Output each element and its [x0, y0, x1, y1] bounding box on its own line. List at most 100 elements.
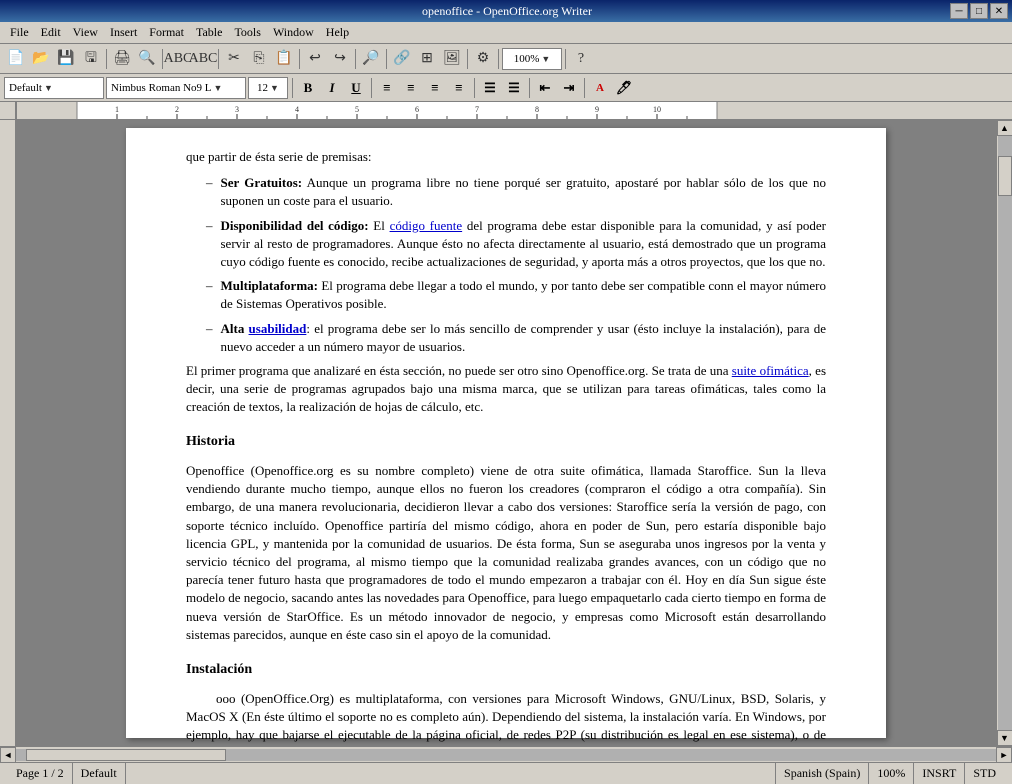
fmt-sep-3 [474, 78, 475, 98]
svg-text:7: 7 [475, 105, 479, 114]
hscroll-track[interactable] [16, 749, 996, 761]
heading-instalacion: Instalación [186, 660, 826, 680]
std-label: STD [973, 766, 996, 781]
hscroll-thumb[interactable] [26, 749, 226, 761]
window-controls: ─ □ ✕ [950, 3, 1008, 19]
font-arrow-icon: ▼ [214, 83, 223, 93]
horizontal-scrollbar: ◄ ► [0, 746, 1012, 762]
print-button[interactable]: 🖨 [110, 47, 134, 71]
style-status: Default [73, 763, 126, 784]
bullet-text-gratuitos: Ser Gratuitos: Aunque un programa libre … [221, 174, 827, 210]
bullet-text-codigo: Disponibilidad del código: El código fue… [221, 217, 827, 272]
toolbar-separator-3 [218, 49, 219, 69]
link-codigo-fuente[interactable]: código fuente [390, 218, 463, 233]
bullet-text-usabilidad: Alta usabilidad: el programa debe ser lo… [221, 320, 827, 356]
menu-view[interactable]: View [67, 23, 104, 42]
link-mirrors[interactable]: mirrors [186, 745, 224, 746]
align-center-button[interactable]: ≡ [400, 77, 422, 99]
outdent-button[interactable]: ⇤ [534, 77, 556, 99]
heading-historia: Historia [186, 432, 826, 452]
help-button[interactable]: ? [569, 47, 593, 71]
document-scroll-area[interactable]: que partir de ésta serie de premisas: – … [16, 120, 996, 746]
autocorrect-button[interactable]: ABC [191, 47, 215, 71]
find-button[interactable]: 🔎 [359, 47, 383, 71]
italic-button[interactable]: I [321, 77, 343, 99]
bullet-text-multiplataforma: Multiplataforma: El programa debe llegar… [221, 277, 827, 313]
svg-text:3: 3 [235, 105, 239, 114]
print-preview-button[interactable]: 🔍 [135, 47, 159, 71]
fmt-sep-4 [529, 78, 530, 98]
scroll-right-button[interactable]: ► [996, 747, 1012, 763]
highlight-button[interactable]: 🖊 [613, 77, 635, 99]
svg-text:1: 1 [115, 105, 119, 114]
page-count: Page 1 / 2 [16, 766, 64, 781]
document-page: que partir de ésta serie de premisas: – … [126, 128, 886, 738]
text-paragraph-intro: que partir de ésta serie de premisas: [186, 148, 826, 166]
menu-table[interactable]: Table [190, 23, 228, 42]
maximize-button[interactable]: □ [970, 3, 988, 19]
spellcheck-button[interactable]: ABC [166, 47, 190, 71]
text-paragraph-historia: Openoffice (Openoffice.org es su nombre … [186, 462, 826, 644]
save-button[interactable]: 💾 [54, 47, 78, 71]
menubar: File Edit View Insert Format Table Tools… [0, 22, 1012, 44]
more-controls-button[interactable]: ⚙ [471, 47, 495, 71]
align-justify-button[interactable]: ≡ [448, 77, 470, 99]
bullet-dash: – [206, 174, 213, 210]
zoom-selector[interactable]: 100% ▼ [502, 48, 562, 70]
scroll-up-button[interactable]: ▲ [997, 120, 1012, 136]
align-left-button[interactable]: ≡ [376, 77, 398, 99]
font-name-dropdown[interactable]: Nimbus Roman No9 L ▼ [106, 77, 246, 99]
ruler-side [0, 102, 16, 119]
minimize-button[interactable]: ─ [950, 3, 968, 19]
redo-button[interactable]: ↪ [328, 47, 352, 71]
zoom-status-value: 100% [877, 766, 905, 781]
font-color-button[interactable]: A [589, 77, 611, 99]
paste-button[interactable]: 📋 [272, 47, 296, 71]
zoom-arrow-icon: ▼ [541, 54, 550, 64]
menu-format[interactable]: Format [143, 23, 190, 42]
svg-text:8: 8 [535, 105, 539, 114]
bullets-button[interactable]: ☰ [479, 77, 501, 99]
link-suite-ofimatica[interactable]: suite ofimática [732, 363, 809, 378]
bullet-dash: – [206, 277, 213, 313]
size-arrow-icon: ▼ [270, 83, 279, 93]
insert-picture-button[interactable]: 🖼 [440, 47, 464, 71]
menu-window[interactable]: Window [267, 23, 320, 42]
numbering-button[interactable]: ☰ [503, 77, 525, 99]
menu-file[interactable]: File [4, 23, 35, 42]
scroll-thumb[interactable] [998, 156, 1012, 196]
font-size-dropdown[interactable]: 12 ▼ [248, 77, 288, 99]
paragraph-style-dropdown[interactable]: Default ▼ [4, 77, 104, 99]
main-toolbar: 📄 📂 💾 🖫 🖨 🔍 ABC ABC ✂ ⎘ 📋 ↩ ↪ 🔎 🔗 ⊞ 🖼 ⚙ … [0, 44, 1012, 74]
underline-button[interactable]: U [345, 77, 367, 99]
bold-button[interactable]: B [297, 77, 319, 99]
fmt-sep-5 [584, 78, 585, 98]
new-button[interactable]: 📄 [4, 47, 28, 71]
menu-insert[interactable]: Insert [104, 23, 143, 42]
indent-button[interactable]: ⇥ [558, 77, 580, 99]
language-label: Spanish (Spain) [784, 766, 860, 781]
cut-button[interactable]: ✂ [222, 47, 246, 71]
undo-button[interactable]: ↩ [303, 47, 327, 71]
table-button[interactable]: ⊞ [415, 47, 439, 71]
link-usabilidad[interactable]: usabilidad [249, 321, 307, 336]
svg-text:10: 10 [653, 105, 661, 114]
scroll-track[interactable] [998, 136, 1012, 730]
align-right-button[interactable]: ≡ [424, 77, 446, 99]
menu-edit[interactable]: Edit [35, 23, 67, 42]
list-item: – Alta usabilidad: el programa debe ser … [206, 320, 826, 356]
scroll-left-button[interactable]: ◄ [0, 747, 16, 763]
ruler-container: 1 2 3 4 5 6 7 8 9 10 [0, 102, 1012, 120]
copy-button[interactable]: ⎘ [247, 47, 271, 71]
close-button[interactable]: ✕ [990, 3, 1008, 19]
scroll-down-button[interactable]: ▼ [997, 730, 1012, 746]
language-status: Spanish (Spain) [776, 763, 869, 784]
text-paragraph-instalacion: ooo (OpenOffice.Org) es multiplataforma,… [186, 690, 826, 747]
size-value: 12 [257, 82, 268, 94]
menu-tools[interactable]: Tools [228, 23, 267, 42]
menu-help[interactable]: Help [320, 23, 355, 42]
link-button[interactable]: 🔗 [390, 47, 414, 71]
open-button[interactable]: 📂 [29, 47, 53, 71]
save-as-button[interactable]: 🖫 [79, 47, 103, 71]
horizontal-ruler: 1 2 3 4 5 6 7 8 9 10 [16, 102, 1012, 119]
